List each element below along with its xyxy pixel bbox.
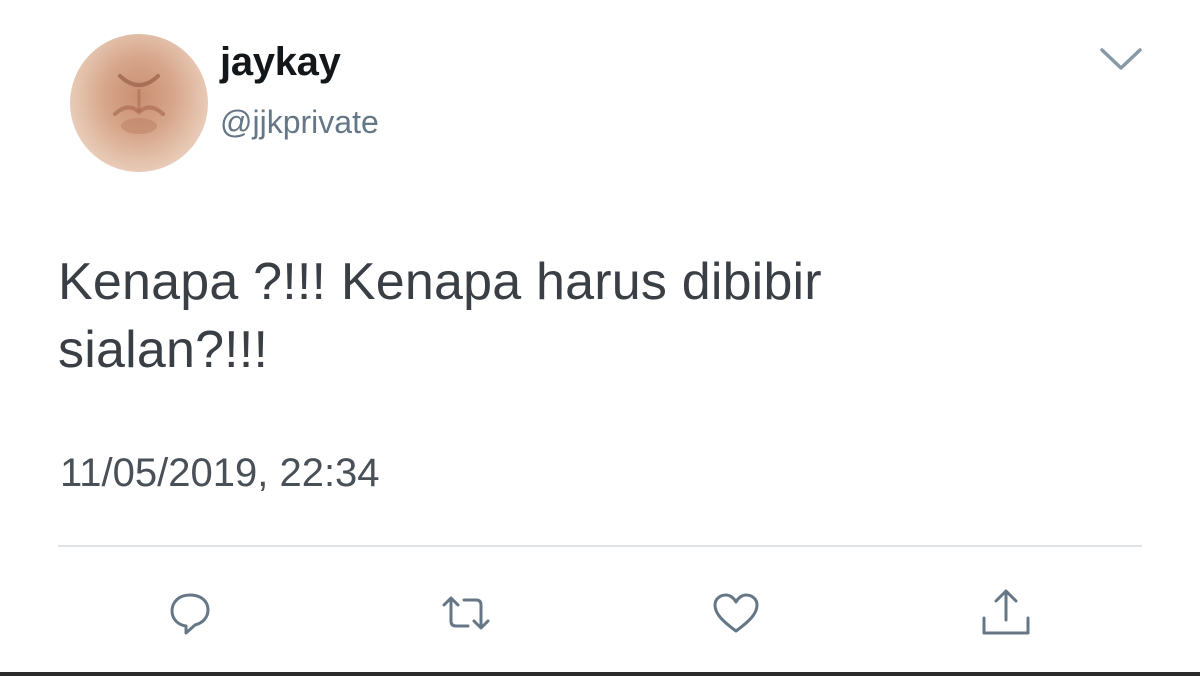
avatar[interactable]	[70, 34, 208, 172]
tweet-card: jaykay @jjkprivate Kenapa ?!!! Kenapa ha…	[0, 0, 1200, 676]
user-handle[interactable]: @jjkprivate	[220, 106, 379, 138]
tweet-text-line-2: sialan?!!!	[58, 321, 269, 379]
bottom-border	[0, 672, 1200, 676]
tweet-text-line-1: Kenapa ?!!! Kenapa harus dibibir	[58, 253, 822, 311]
menu-caret-button[interactable]	[1098, 44, 1144, 74]
reply-bubble-icon	[170, 593, 210, 635]
retweet-icon	[442, 596, 490, 630]
share-icon	[982, 589, 1030, 635]
tweet-timestamp[interactable]: 11/05/2019, 22:34	[60, 453, 380, 493]
display-name[interactable]: jaykay	[220, 42, 341, 82]
heart-icon	[713, 593, 759, 633]
divider	[58, 545, 1142, 547]
avatar-image	[113, 74, 165, 134]
retweet-button[interactable]	[438, 585, 494, 641]
like-button[interactable]	[708, 585, 764, 641]
reply-button[interactable]	[162, 585, 218, 641]
share-button[interactable]	[978, 585, 1034, 641]
chevron-down-icon	[1100, 48, 1142, 70]
tweet-text: Kenapa ?!!! Kenapa harus dibibir sialan?…	[58, 248, 1138, 384]
